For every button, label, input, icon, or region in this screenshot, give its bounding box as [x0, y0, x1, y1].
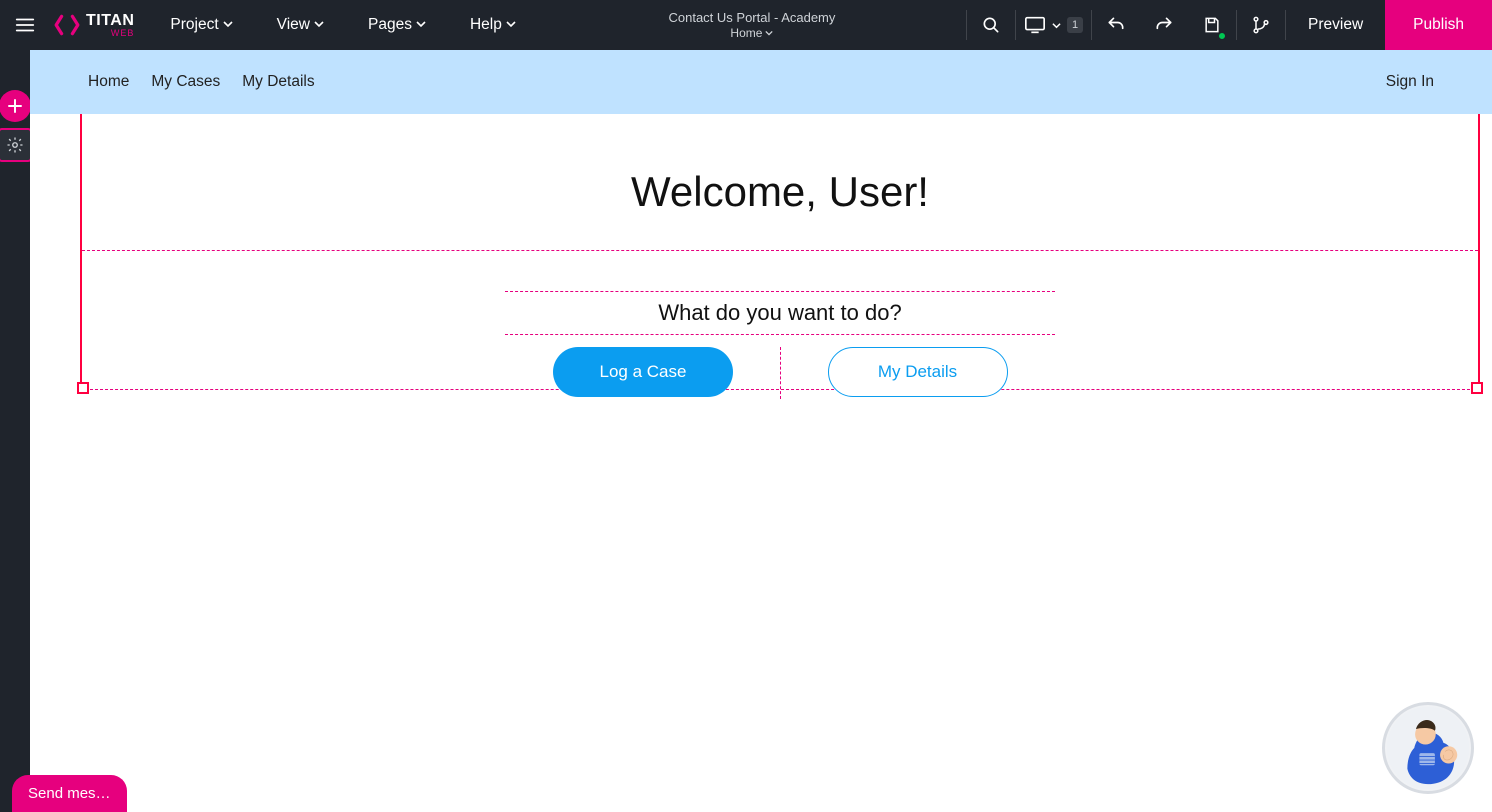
save-status-dot [1218, 32, 1226, 40]
chevron-down-icon [416, 16, 426, 34]
button-cell-left: Log a Case [506, 347, 780, 399]
menu-project[interactable]: Project [148, 0, 254, 50]
save-button[interactable] [1188, 0, 1236, 50]
preview-button[interactable]: Preview [1286, 0, 1385, 50]
search-button[interactable] [967, 0, 1015, 50]
chat-label: Send mes… [28, 785, 111, 802]
my-details-label: My Details [878, 362, 957, 382]
menu-help[interactable]: Help [448, 0, 538, 50]
selected-section[interactable]: Welcome, User! What do you want to do? L… [80, 114, 1480, 390]
menu-view[interactable]: View [255, 0, 346, 50]
branch-icon [1251, 15, 1271, 35]
search-icon [981, 15, 1001, 35]
menu-project-label: Project [170, 16, 218, 34]
button-cell-right: My Details [780, 347, 1054, 399]
project-name: Contact Us Portal - Academy [668, 10, 835, 26]
main-menu: Project View Pages Help [148, 0, 537, 50]
menu-toggle-button[interactable] [0, 0, 50, 50]
menu-pages[interactable]: Pages [346, 0, 448, 50]
nav-my-cases[interactable]: My Cases [151, 73, 220, 91]
chevron-down-icon [765, 29, 773, 37]
nav-my-details[interactable]: My Details [242, 73, 314, 91]
site-nav: Home My Cases My Details Sign In [30, 50, 1492, 114]
publish-label: Publish [1413, 16, 1464, 34]
settings-button[interactable] [0, 128, 32, 162]
log-case-label: Log a Case [600, 362, 687, 382]
device-selector[interactable]: 1 [1016, 0, 1091, 50]
undo-icon [1106, 15, 1126, 35]
desktop-icon [1024, 15, 1046, 35]
redo-button[interactable] [1140, 0, 1188, 50]
section-divider [82, 250, 1478, 251]
nav-sign-in[interactable]: Sign In [1386, 73, 1434, 91]
chevron-down-icon [1052, 21, 1061, 30]
menu-help-label: Help [470, 16, 502, 34]
version-button[interactable] [1237, 0, 1285, 50]
prompt-heading[interactable]: What do you want to do? [505, 291, 1055, 335]
project-page: Home [730, 26, 762, 40]
editor-canvas[interactable]: Home My Cases My Details Sign In Welcome… [30, 50, 1492, 812]
undo-button[interactable] [1092, 0, 1140, 50]
brand-logo: TITAN WEB [50, 0, 148, 50]
device-count-badge: 1 [1067, 17, 1083, 33]
nav-home[interactable]: Home [88, 73, 129, 91]
menu-view-label: View [277, 16, 310, 34]
chevron-down-icon [314, 16, 324, 34]
button-row: Log a Case My Details [82, 347, 1478, 399]
menu-pages-label: Pages [368, 16, 412, 34]
mascot-icon [1385, 705, 1471, 791]
chat-widget[interactable]: Send mes… [12, 775, 127, 812]
brand-sub: WEB [111, 29, 135, 38]
chevron-down-icon [223, 16, 233, 34]
chevron-down-icon [506, 16, 516, 34]
preview-label: Preview [1308, 16, 1363, 34]
brand-name: TITAN [86, 13, 134, 29]
my-details-button[interactable]: My Details [828, 347, 1008, 397]
project-title-dropdown[interactable]: Contact Us Portal - Academy Home [628, 0, 875, 50]
left-sidebar [0, 50, 30, 812]
hamburger-icon [14, 14, 36, 36]
publish-button[interactable]: Publish [1385, 0, 1492, 50]
top-toolbar: TITAN WEB Project View Pages Help Contac… [0, 0, 1492, 50]
plus-icon [6, 97, 24, 115]
logo-mark-icon [54, 12, 80, 38]
gear-icon [6, 136, 24, 154]
help-mascot-button[interactable] [1382, 702, 1474, 794]
welcome-heading[interactable]: Welcome, User! [82, 118, 1478, 250]
add-element-button[interactable] [0, 90, 31, 122]
redo-icon [1154, 15, 1174, 35]
log-case-button[interactable]: Log a Case [553, 347, 733, 397]
